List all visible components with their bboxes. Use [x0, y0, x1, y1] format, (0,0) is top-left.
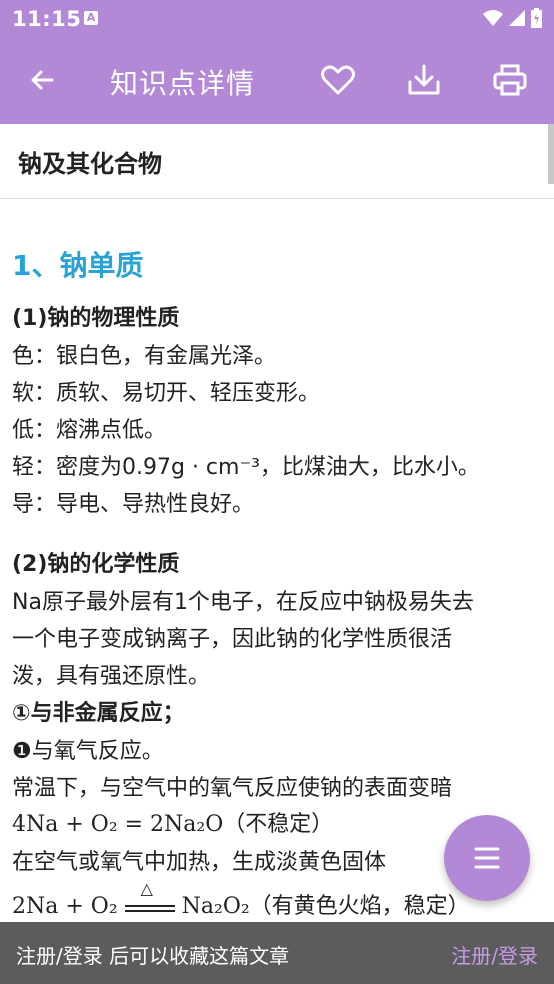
- equation-arrow: △: [124, 879, 175, 917]
- app-bar: 知识点详情: [0, 38, 554, 124]
- scrollbar[interactable]: [548, 124, 554, 184]
- status-time: 11:15: [12, 7, 82, 31]
- text-line: 导：导电、导热性良好。: [12, 492, 255, 517]
- text-line: 泼，具有强还原性。: [12, 664, 211, 689]
- subheading-chemical: (2)钠的化学性质: [12, 552, 180, 577]
- text-line: Na原子最外层有1个电子，在反应中钠极易失去: [12, 590, 474, 615]
- status-icons: [483, 8, 542, 28]
- heat-condition: △: [140, 879, 153, 898]
- menu-fab-button[interactable]: [444, 815, 530, 901]
- subheading-physical: (1)钠的物理性质: [12, 306, 180, 331]
- document-title-bar: 钠及其化合物: [0, 124, 554, 199]
- section-heading: 1、钠单质: [12, 249, 144, 282]
- battery-icon: [531, 8, 542, 28]
- text-line: 低：熔沸点低。: [12, 418, 167, 443]
- text-line: ❶与氧气反应。: [12, 739, 164, 764]
- print-icon[interactable]: [490, 60, 530, 100]
- text-line: 一个电子变成钠离子，因此钠的化学性质很活: [12, 627, 453, 652]
- login-link[interactable]: 注册/登录: [451, 940, 538, 969]
- text-line: 轻：密度为0.97g · cm⁻³，比煤油大，比水小。: [12, 455, 480, 480]
- signal-icon: [509, 10, 525, 26]
- equation-right: Na₂O₂（有黄色火焰，稳定）: [181, 894, 470, 919]
- text-line: 软：质软、易切开、轻压变形。: [12, 381, 321, 406]
- download-icon[interactable]: [404, 60, 444, 100]
- menu-lines-icon: [474, 847, 500, 869]
- heart-icon[interactable]: [318, 60, 358, 100]
- wifi-icon: [483, 10, 503, 26]
- page-title: 知识点详情: [110, 67, 256, 100]
- equation-line: 4Na + O₂ = 2Na₂O（不稳定）: [12, 812, 334, 837]
- document-title: 钠及其化合物: [18, 150, 162, 178]
- text-line: 在空气或氧气中加热，生成淡黄色固体: [12, 850, 387, 875]
- back-arrow-icon[interactable]: [22, 60, 62, 100]
- subheading-nonmetal: ①与非金属反应；: [12, 701, 185, 726]
- login-prompt-bar: 注册/登录 后可以收藏这篇文章 注册/登录: [0, 922, 554, 984]
- text-line: 常温下，与空气中的氧气反应使钠的表面变暗: [12, 776, 453, 801]
- status-bar: 11:15 A: [0, 0, 554, 38]
- login-prompt-text: 注册/登录 后可以收藏这篇文章: [16, 944, 290, 968]
- equation-left: 2Na + O₂: [12, 894, 118, 919]
- notification-a-icon: A: [84, 11, 98, 25]
- text-line: 色：银白色，有金属光泽。: [12, 344, 277, 369]
- equation-heating: 2Na + O₂ △ Na₂O₂（有黄色火焰，稳定）: [12, 879, 470, 920]
